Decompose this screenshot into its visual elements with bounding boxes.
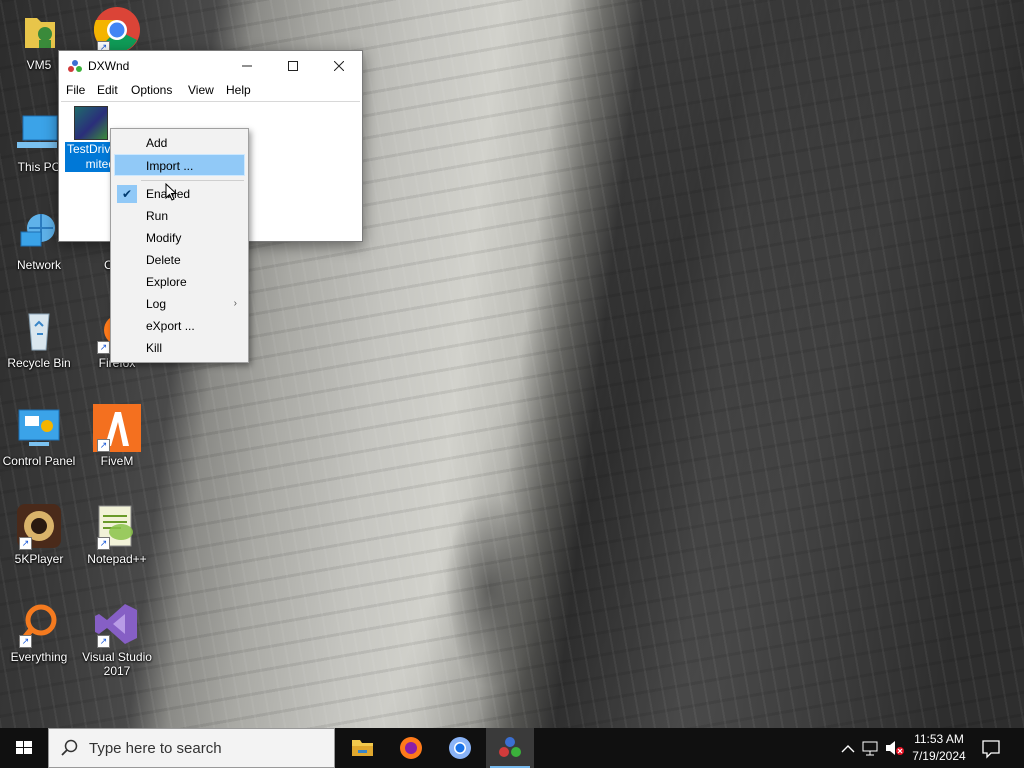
windows-logo-icon <box>16 741 32 754</box>
submenu-arrow-icon: › <box>233 298 237 309</box>
menu-item-explore[interactable]: Explore <box>114 271 245 293</box>
taskbar-file-explorer[interactable] <box>338 728 386 768</box>
desktop-icon-label: 5KPlayer <box>14 552 64 566</box>
5kplayer-icon: ↗ <box>15 502 63 550</box>
desktop-icon-chrome[interactable]: ↗ <box>78 6 156 56</box>
dxwnd-app-icon <box>499 737 521 757</box>
taskbar-search-box[interactable]: Type here to search <box>48 728 335 768</box>
maximize-button[interactable] <box>270 51 316 81</box>
taskbar-dxwnd[interactable] <box>486 728 534 768</box>
desktop-icon-label: Notepad++ <box>87 552 147 566</box>
everything-search-icon: ↗ <box>15 600 63 648</box>
firefox-icon <box>400 737 422 759</box>
desktop-icon-label: FiveM <box>100 454 134 468</box>
notification-icon <box>982 740 1000 759</box>
menu-help[interactable]: Help <box>226 83 251 97</box>
desktop-icon-label: Everything <box>10 650 68 664</box>
notepad-plus-plus-icon: ↗ <box>93 502 141 550</box>
file-explorer-icon <box>352 740 373 756</box>
close-icon <box>333 60 345 72</box>
desktop-icon-everything[interactable]: ↗ Everything <box>0 600 78 664</box>
search-icon <box>61 739 78 756</box>
menu-item-export[interactable]: eXport ... <box>114 315 245 337</box>
desktop-icon-5kplayer[interactable]: ↗ 5KPlayer <box>0 502 78 566</box>
volume-tray-button[interactable] <box>883 728 905 768</box>
minimize-button[interactable] <box>224 51 270 81</box>
fivem-icon: ↗ <box>93 404 141 452</box>
folder-icon <box>15 8 63 56</box>
menu-item-modify[interactable]: Modify <box>114 227 245 249</box>
desktop-icon-recycle-bin[interactable]: Recycle Bin <box>0 306 78 370</box>
menu-item-kill[interactable]: Kill <box>114 337 245 359</box>
desktop-icon-visual-studio[interactable]: ↗ Visual Studio 2017 <box>78 600 156 678</box>
show-hidden-icons-button[interactable] <box>838 728 858 768</box>
minimize-icon <box>242 65 252 67</box>
menu-item-log[interactable]: Log › <box>114 293 245 315</box>
search-placeholder: Type here to search <box>89 740 222 757</box>
network-icon <box>862 741 878 756</box>
desktop-icon-fivem[interactable]: ↗ FiveM <box>78 404 156 468</box>
desktop-icon-control-panel[interactable]: Control Panel <box>0 404 78 468</box>
taskbar: Type here to search 11:53 AM 7/19/2024 <box>0 728 1024 768</box>
volume-muted-icon <box>886 741 904 755</box>
window-title: DXWnd <box>88 59 130 73</box>
checkmark-icon: ✔ <box>117 185 137 203</box>
desktop-icon-notepad-plus-plus[interactable]: ↗ Notepad++ <box>78 502 156 566</box>
close-button[interactable] <box>316 51 362 81</box>
desktop-icon-label: Network <box>16 258 61 272</box>
title-bar[interactable]: DXWnd <box>59 51 362 81</box>
menu-separator <box>141 180 244 181</box>
mouse-cursor-icon <box>165 183 177 201</box>
menu-options[interactable]: Options <box>131 83 172 97</box>
menu-bar: File Edit Options View Help <box>59 81 362 101</box>
dxwnd-app-icon <box>68 60 82 72</box>
start-button[interactable] <box>0 728 48 768</box>
network-globe-icon <box>15 208 63 256</box>
action-center-button[interactable] <box>976 728 1006 768</box>
taskbar-firefox[interactable] <box>387 728 435 768</box>
maximize-icon <box>288 61 298 71</box>
menu-view[interactable]: View <box>188 83 214 97</box>
chromium-icon <box>449 737 471 759</box>
menu-file[interactable]: File <box>66 83 85 97</box>
taskbar-clock[interactable]: 11:53 AM 7/19/2024 <box>906 731 972 765</box>
menu-item-add[interactable]: Add <box>114 132 245 154</box>
control-panel-icon <box>15 404 63 452</box>
context-menu: Add Import ... ✔ Enabled Run Modify Dele… <box>110 128 249 363</box>
desktop-icon-label: Recycle Bin <box>7 356 71 370</box>
taskbar-chrome[interactable] <box>436 728 484 768</box>
menu-item-delete[interactable]: Delete <box>114 249 245 271</box>
recycle-bin-icon <box>15 306 63 354</box>
chevron-up-icon <box>841 745 855 753</box>
visual-studio-icon: ↗ <box>93 600 141 648</box>
menu-item-enabled[interactable]: ✔ Enabled <box>114 183 245 205</box>
program-thumbnail-icon <box>74 106 108 140</box>
clock-time: 11:53 AM <box>914 732 964 746</box>
clock-date: 7/19/2024 <box>912 749 966 763</box>
network-tray-button[interactable] <box>860 728 882 768</box>
desktop-icon-label: Control Panel <box>2 454 76 468</box>
menu-item-run[interactable]: Run <box>114 205 245 227</box>
desktop-icon-label: Visual Studio 2017 <box>82 650 152 678</box>
chrome-icon: ↗ <box>93 6 141 54</box>
menu-edit[interactable]: Edit <box>97 83 118 97</box>
menu-item-import[interactable]: Import ... <box>114 154 245 176</box>
computer-icon <box>15 110 63 158</box>
